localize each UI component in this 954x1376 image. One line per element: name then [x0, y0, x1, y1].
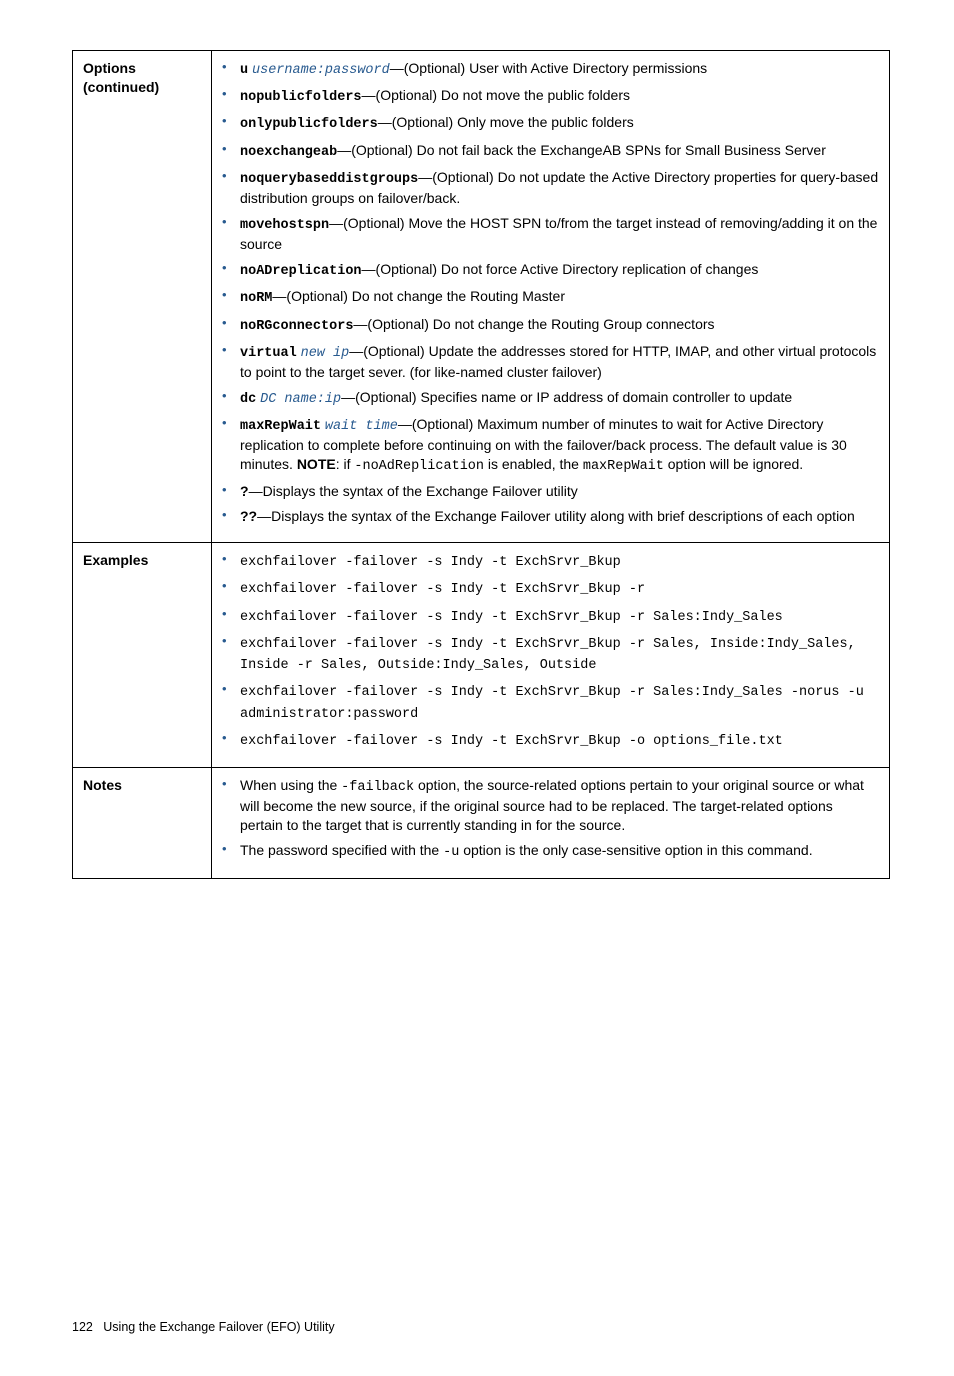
option-item: nopublicfolders—(Optional) Do not move t… — [222, 86, 879, 107]
option-code: -noAdReplication — [354, 459, 484, 474]
example-item: exchfailover -failover -s Indy -t ExchSr… — [222, 681, 879, 723]
option-desc: —(Optional) Do not fail back the Exchang… — [337, 142, 826, 158]
option-cmd: noRM — [240, 291, 272, 306]
note-pre: The password specified with the — [240, 842, 443, 858]
option-item: noADreplication—(Optional) Do not force … — [222, 260, 879, 281]
option-mid: : if — [336, 456, 355, 472]
option-desc: —(Optional) Move the HOST SPN to/from th… — [240, 215, 877, 252]
example-code: exchfailover -failover -s Indy -t ExchSr… — [240, 685, 864, 721]
option-desc: —(Optional) Only move the public folders — [378, 114, 634, 130]
option-desc: —(Optional) User with Active Directory p… — [390, 60, 707, 76]
option-desc: —(Optional) Do not move the public folde… — [362, 87, 630, 103]
row-notes-content: When using the -failback option, the sou… — [212, 767, 890, 878]
option-var: new ip — [301, 346, 350, 361]
option-desc: —(Optional) Do not change the Routing Ma… — [272, 288, 565, 304]
option-note: NOTE — [297, 456, 336, 472]
option-item: virtual new ip—(Optional) Update the add… — [222, 342, 879, 382]
option-desc: —(Optional) Do not change the Routing Gr… — [353, 316, 714, 332]
note-code: -failback — [341, 780, 414, 795]
option-cmd: nopublicfolders — [240, 90, 362, 105]
example-code: exchfailover -failover -s Indy -t ExchSr… — [240, 734, 783, 749]
option-item: noRM—(Optional) Do not change the Routin… — [222, 287, 879, 308]
option-cmd: noADreplication — [240, 264, 362, 279]
option-cmd: onlypublicfolders — [240, 117, 378, 132]
reference-table: Options (continued) u username:password—… — [72, 50, 890, 879]
page-title: Using the Exchange Failover (EFO) Utilit… — [103, 1320, 334, 1334]
option-item: maxRepWait wait time—(Optional) Maximum … — [222, 415, 879, 476]
example-item: exchfailover -failover -s Indy -t ExchSr… — [222, 551, 879, 572]
page-footer: 122 Using the Exchange Failover (EFO) Ut… — [72, 1319, 890, 1336]
option-desc: —Displays the syntax of the Exchange Fai… — [249, 483, 578, 499]
note-item: When using the -failback option, the sou… — [222, 776, 879, 835]
option-cmd: noquerybaseddistgroups — [240, 172, 418, 187]
option-cmd: u — [240, 63, 248, 78]
note-post: option is the only case-sensitive option… — [459, 842, 812, 858]
row-examples-label: Examples — [73, 543, 212, 768]
option-var: wait time — [325, 419, 398, 434]
option-mid2: is enabled, the — [484, 456, 583, 472]
page-number: 122 — [72, 1320, 93, 1334]
option-desc: —Displays the syntax of the Exchange Fai… — [257, 508, 855, 524]
option-code2: maxRepWait — [583, 459, 664, 474]
note-pre: When using the — [240, 777, 341, 793]
option-cmd: movehostspn — [240, 218, 329, 233]
example-item: exchfailover -failover -s Indy -t ExchSr… — [222, 578, 879, 599]
row-examples-content: exchfailover -failover -s Indy -t ExchSr… — [212, 543, 890, 768]
row-options-content: u username:password—(Optional) User with… — [212, 51, 890, 543]
option-item: noRGconnectors—(Optional) Do not change … — [222, 315, 879, 336]
example-code: exchfailover -failover -s Indy -t ExchSr… — [240, 637, 856, 673]
option-desc: —(Optional) Do not force Active Director… — [362, 261, 759, 277]
row-options-label: Options (continued) — [73, 51, 212, 543]
option-var: DC name:ip — [260, 392, 341, 407]
option-cmd: noexchangeab — [240, 145, 337, 160]
example-code: exchfailover -failover -s Indy -t ExchSr… — [240, 555, 621, 570]
example-item: exchfailover -failover -s Indy -t ExchSr… — [222, 633, 879, 675]
option-item: onlypublicfolders—(Optional) Only move t… — [222, 113, 879, 134]
option-item: noexchangeab—(Optional) Do not fail back… — [222, 141, 879, 162]
option-item: noquerybaseddistgroups—(Optional) Do not… — [222, 168, 879, 208]
option-item: u username:password—(Optional) User with… — [222, 59, 879, 80]
option-var: username:password — [252, 63, 390, 78]
option-item: movehostspn—(Optional) Move the HOST SPN… — [222, 214, 879, 254]
option-item: ??—Displays the syntax of the Exchange F… — [222, 507, 879, 526]
row-notes-label: Notes — [73, 767, 212, 878]
example-item: exchfailover -failover -s Indy -t ExchSr… — [222, 606, 879, 627]
options-label-2: (continued) — [83, 79, 159, 95]
option-item: ?—Displays the syntax of the Exchange Fa… — [222, 482, 879, 501]
option-cmd: ?? — [240, 508, 257, 524]
options-label-1: Options — [83, 60, 136, 76]
option-item: dc DC name:ip—(Optional) Specifies name … — [222, 388, 879, 409]
example-code: exchfailover -failover -s Indy -t ExchSr… — [240, 610, 783, 625]
option-cmd: noRGconnectors — [240, 319, 353, 334]
option-cmd: virtual — [240, 346, 297, 361]
example-code: exchfailover -failover -s Indy -t ExchSr… — [240, 582, 645, 597]
note-code: -u — [443, 845, 459, 860]
note-item: The password specified with the -u optio… — [222, 841, 879, 862]
example-item: exchfailover -failover -s Indy -t ExchSr… — [222, 730, 879, 751]
option-cmd: dc — [240, 392, 256, 407]
option-desc: —(Optional) Specifies name or IP address… — [341, 389, 792, 405]
option-cmd: maxRepWait — [240, 419, 321, 434]
option-post: option will be ignored. — [664, 456, 803, 472]
option-cmd: ? — [240, 483, 249, 499]
